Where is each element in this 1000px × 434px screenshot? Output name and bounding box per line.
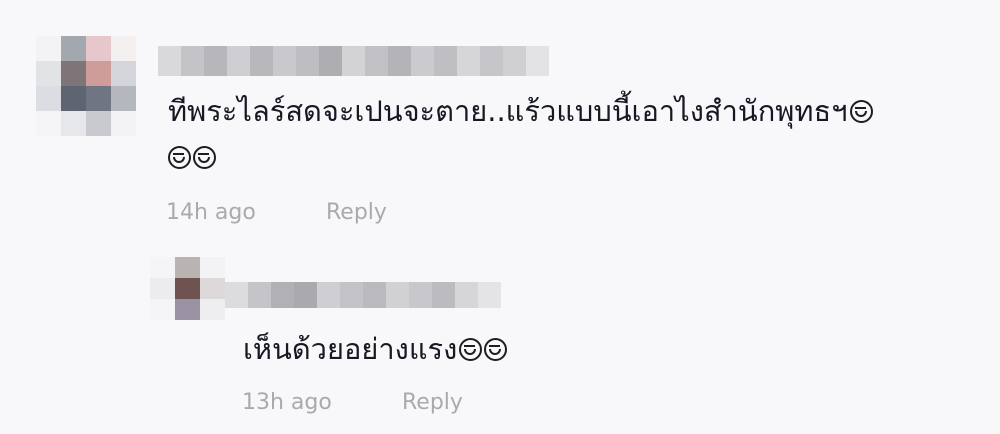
grinning-sweat-emoji-icon (849, 100, 873, 123)
comment-body: ทีพระไลร์สดจะเปนจะตาย..แร้วแบบนี้เอาไงสํ… (168, 94, 848, 128)
reply-text: เห็นด้วยอย่างแรง (243, 326, 943, 372)
avatar[interactable] (36, 36, 136, 136)
comment-text: ทีพระไลร์สดจะเปนจะตาย..แร้วแบบนี้เอาไงสํ… (168, 88, 968, 180)
reply-timestamp: 13h ago (242, 390, 332, 415)
reply-button[interactable]: Reply (402, 390, 463, 415)
reply-avatar[interactable] (150, 257, 225, 320)
username-blurred[interactable] (158, 46, 549, 76)
reply-username-blurred[interactable] (225, 282, 501, 308)
grinning-sweat-emoji-icon (193, 146, 216, 169)
comment-meta: 14h ago Reply (166, 200, 387, 225)
reply-button[interactable]: Reply (326, 200, 387, 225)
comment-timestamp: 14h ago (166, 200, 256, 225)
reply-meta: 13h ago Reply (242, 390, 463, 415)
reply-body: เห็นด้วยอย่างแรง (243, 332, 458, 366)
grinning-sweat-emoji-icon (484, 338, 508, 361)
grinning-sweat-emoji-icon (168, 146, 191, 169)
grinning-sweat-emoji-icon (459, 338, 483, 361)
